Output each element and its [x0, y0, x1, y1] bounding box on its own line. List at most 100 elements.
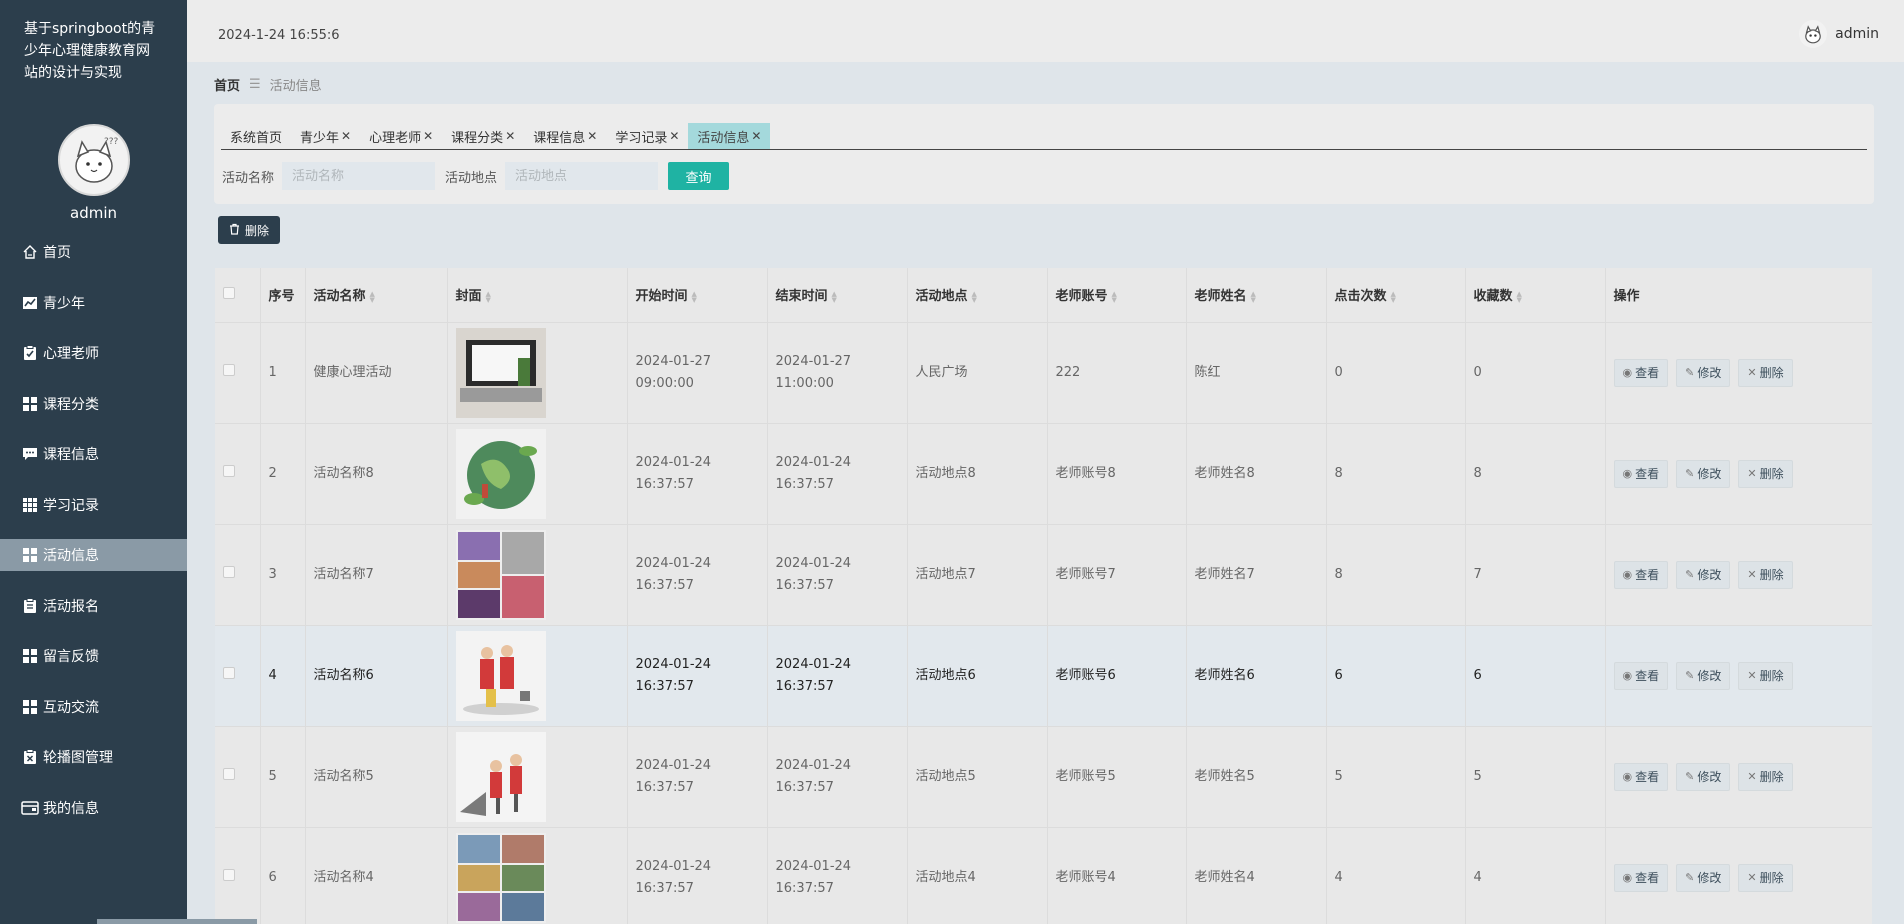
sort-icon[interactable]: ▲ ▼ [370, 290, 375, 303]
column-header[interactable]: 活动名称 ▲ ▼ [305, 268, 448, 323]
sidebar-item-interaction[interactable]: 互动交流 [0, 691, 187, 723]
column-header[interactable]: 老师账号 ▲ ▼ [1047, 268, 1187, 323]
row-select-cell[interactable] [215, 322, 261, 424]
view-button[interactable]: ◉ 查看 [1613, 560, 1669, 589]
delete-button[interactable]: ✕ 删除 [1738, 863, 1793, 892]
sidebar-item-label: 课程信息 [43, 447, 99, 463]
horizontal-scrollbar[interactable] [97, 919, 257, 924]
sort-icon[interactable]: ▲ ▼ [972, 290, 977, 303]
sort-icon[interactable]: ▲ ▼ [486, 290, 491, 303]
sort-icon[interactable]: ▲ ▼ [1391, 290, 1396, 303]
edit-button[interactable]: ✎ 修改 [1676, 661, 1731, 690]
delete-label: 删除 [1759, 769, 1784, 784]
cell-clicks: 5 [1326, 726, 1466, 828]
row-checkbox[interactable] [223, 565, 235, 578]
tab-course-category[interactable]: 课程分类 ✕ [442, 123, 524, 149]
sidebar-item-home[interactable]: 首页 [0, 236, 187, 268]
tab-close-icon[interactable]: ✕ [505, 129, 515, 143]
avatar[interactable]: ??? [57, 124, 130, 196]
row-select-cell[interactable] [215, 423, 261, 525]
sort-icon[interactable]: ▲ ▼ [832, 290, 837, 303]
delete-button[interactable]: ✕ 删除 [1738, 560, 1793, 589]
view-button[interactable]: ◉ 查看 [1613, 459, 1669, 488]
sidebar-item-course-category[interactable]: 课程分类 [0, 388, 187, 420]
sidebar-item-activity-info[interactable]: 活动信息 [0, 539, 187, 571]
cell-cover [447, 322, 628, 424]
view-button[interactable]: ◉ 查看 [1613, 762, 1669, 791]
tab-system-home[interactable]: 系统首页 [221, 123, 291, 149]
row-checkbox[interactable] [223, 868, 235, 881]
cell-end-time: 2024-01-24 16:37:57 [767, 524, 908, 626]
view-label: 查看 [1635, 668, 1660, 683]
sidebar-item-label: 心理老师 [43, 346, 99, 362]
grid-icon [20, 698, 40, 716]
sidebar-item-youth[interactable]: 青少年 [0, 287, 187, 319]
sidebar-item-label: 学习记录 [43, 497, 99, 514]
row-select-cell[interactable] [215, 524, 261, 626]
row-select-cell[interactable] [215, 827, 261, 924]
cell-cover [447, 625, 628, 727]
breadcrumb-home[interactable]: 首页 [214, 75, 240, 94]
column-header[interactable]: 结束时间 ▲ ▼ [767, 268, 908, 323]
column-header[interactable]: 活动地点 ▲ ▼ [907, 268, 1048, 323]
sidebar-item-my-info[interactable]: 我的信息 [0, 792, 187, 824]
tab-close-icon[interactable]: ✕ [587, 129, 597, 143]
edit-button[interactable]: ✎ 修改 [1676, 459, 1731, 488]
row-select-cell[interactable] [215, 625, 261, 727]
tab-study-record[interactable]: 学习记录 ✕ [606, 123, 688, 149]
clipboard-check-icon [20, 344, 40, 362]
view-button[interactable]: ◉ 查看 [1613, 863, 1669, 892]
tab-close-icon[interactable]: ✕ [423, 129, 433, 143]
row-checkbox[interactable] [223, 666, 235, 679]
select-all-checkbox[interactable] [223, 286, 235, 299]
tab-youth[interactable]: 青少年 ✕ [291, 123, 360, 149]
user-menu[interactable]: admin [1799, 20, 1879, 48]
edit-button[interactable]: ✎ 修改 [1676, 762, 1731, 791]
view-button[interactable]: ◉ 查看 [1613, 661, 1669, 690]
edit-button[interactable]: ✎ 修改 [1676, 358, 1731, 387]
activity-place-input[interactable] [505, 162, 659, 190]
sidebar-item-carousel[interactable]: 轮播图管理 [0, 741, 187, 773]
sort-icon[interactable]: ▲ ▼ [1251, 290, 1256, 303]
cell-end-time: 2024-01-27 11:00:00 [767, 322, 908, 424]
sidebar-item-course-info[interactable]: 课程信息 [0, 438, 187, 470]
tab-close-icon[interactable]: ✕ [751, 129, 761, 143]
sort-icon[interactable]: ▲ ▼ [692, 290, 697, 303]
sidebar-item-study-record[interactable]: 学习记录 [0, 489, 187, 521]
column-header[interactable]: 开始时间 ▲ ▼ [627, 268, 768, 323]
sidebar-item-feedback[interactable]: 留言反馈 [0, 640, 187, 672]
cell-teacher-name: 老师姓名4 [1186, 827, 1327, 924]
sort-icon[interactable]: ▲ ▼ [1112, 290, 1117, 303]
sidebar-item-activity-signup[interactable]: 活动报名 [0, 590, 187, 622]
edit-button[interactable]: ✎ 修改 [1676, 560, 1731, 589]
delete-button[interactable]: ✕ 删除 [1738, 358, 1793, 387]
column-header[interactable]: 封面 ▲ ▼ [447, 268, 628, 323]
activity-name-input[interactable] [282, 162, 436, 190]
delete-button[interactable]: ✕ 删除 [1738, 762, 1793, 791]
view-button[interactable]: ◉ 查看 [1613, 358, 1669, 387]
row-checkbox[interactable] [223, 464, 235, 477]
tab-teacher[interactable]: 心理老师 ✕ [360, 123, 442, 149]
row-checkbox[interactable] [223, 767, 235, 780]
tab-label: 活动信息 [697, 130, 750, 146]
delete-button[interactable]: ✕ 删除 [1738, 661, 1793, 690]
activity-table: 序号 活动名称 ▲ ▼ 封面 ▲ ▼ 开始时间 ▲ ▼ 结束时间 ▲ ▼ 活动地点 ▲ ▼ 老师账号… [215, 268, 1872, 924]
tab-activity-info[interactable]: 活动信息 ✕ [688, 123, 771, 149]
select-all-cell[interactable] [215, 268, 261, 323]
sidebar-item-teacher[interactable]: 心理老师 [0, 337, 187, 369]
tab-close-icon[interactable]: ✕ [669, 129, 679, 143]
tab-course-info[interactable]: 课程信息 ✕ [524, 123, 606, 149]
delete-button[interactable]: ✕ 删除 [1738, 459, 1793, 488]
cell-no: 2 [260, 423, 306, 525]
cover-image [455, 327, 546, 418]
row-checkbox[interactable] [223, 363, 235, 376]
column-header[interactable]: 收藏数 ▲ ▼ [1465, 268, 1606, 323]
column-header[interactable]: 点击次数 ▲ ▼ [1326, 268, 1466, 323]
sort-icon[interactable]: ▲ ▼ [1517, 290, 1522, 303]
column-header[interactable]: 老师姓名 ▲ ▼ [1186, 268, 1327, 323]
tab-close-icon[interactable]: ✕ [341, 129, 351, 143]
row-select-cell[interactable] [215, 726, 261, 828]
query-button[interactable]: 查询 [668, 162, 730, 190]
edit-button[interactable]: ✎ 修改 [1676, 863, 1731, 892]
batch-delete-button[interactable]: 删除 [218, 216, 281, 244]
